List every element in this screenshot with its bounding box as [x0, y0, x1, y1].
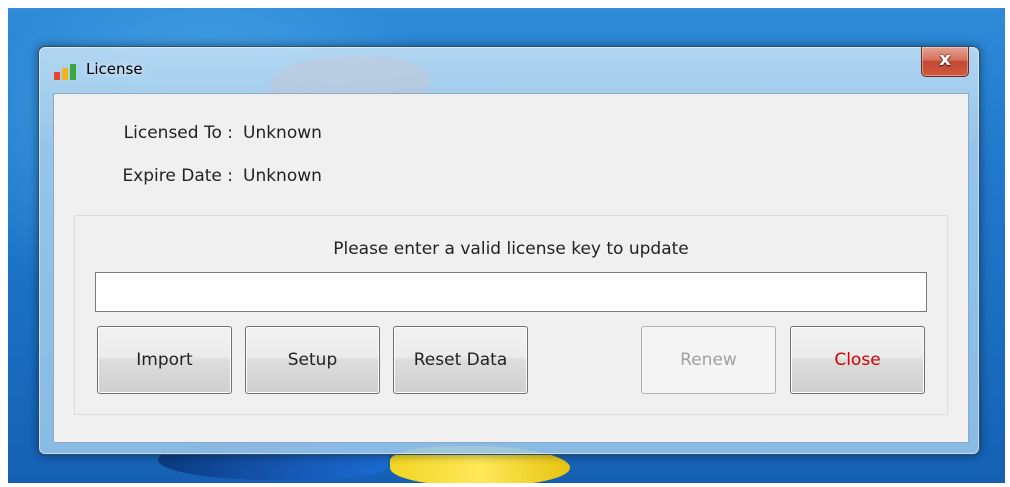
window-close-button[interactable]: x	[921, 47, 969, 77]
expire-date-label: Expire Date :	[122, 166, 233, 186]
license-dialog: License x Licensed To : Unknown Expire D…	[38, 46, 980, 455]
close-icon: x	[939, 49, 951, 70]
import-button[interactable]: Import	[97, 326, 232, 394]
reset-data-button[interactable]: Reset Data	[393, 326, 528, 394]
title-bar[interactable]: License x	[39, 47, 979, 91]
window-title: License	[86, 60, 143, 78]
licensed-to-value: Unknown	[243, 123, 322, 143]
renew-button: Renew	[641, 326, 776, 394]
dialog-client-area: Licensed To : Unknown Expire Date : Unkn…	[53, 93, 969, 443]
license-key-group: Please enter a valid license key to upda…	[74, 215, 948, 415]
bar-chart-app-icon	[54, 64, 76, 80]
setup-button[interactable]: Setup	[245, 326, 380, 394]
licensed-to-label: Licensed To :	[123, 123, 233, 143]
license-key-prompt: Please enter a valid license key to upda…	[333, 239, 689, 259]
close-button[interactable]: Close	[790, 326, 925, 394]
expire-date-value: Unknown	[243, 166, 322, 186]
license-key-input[interactable]	[95, 272, 927, 312]
